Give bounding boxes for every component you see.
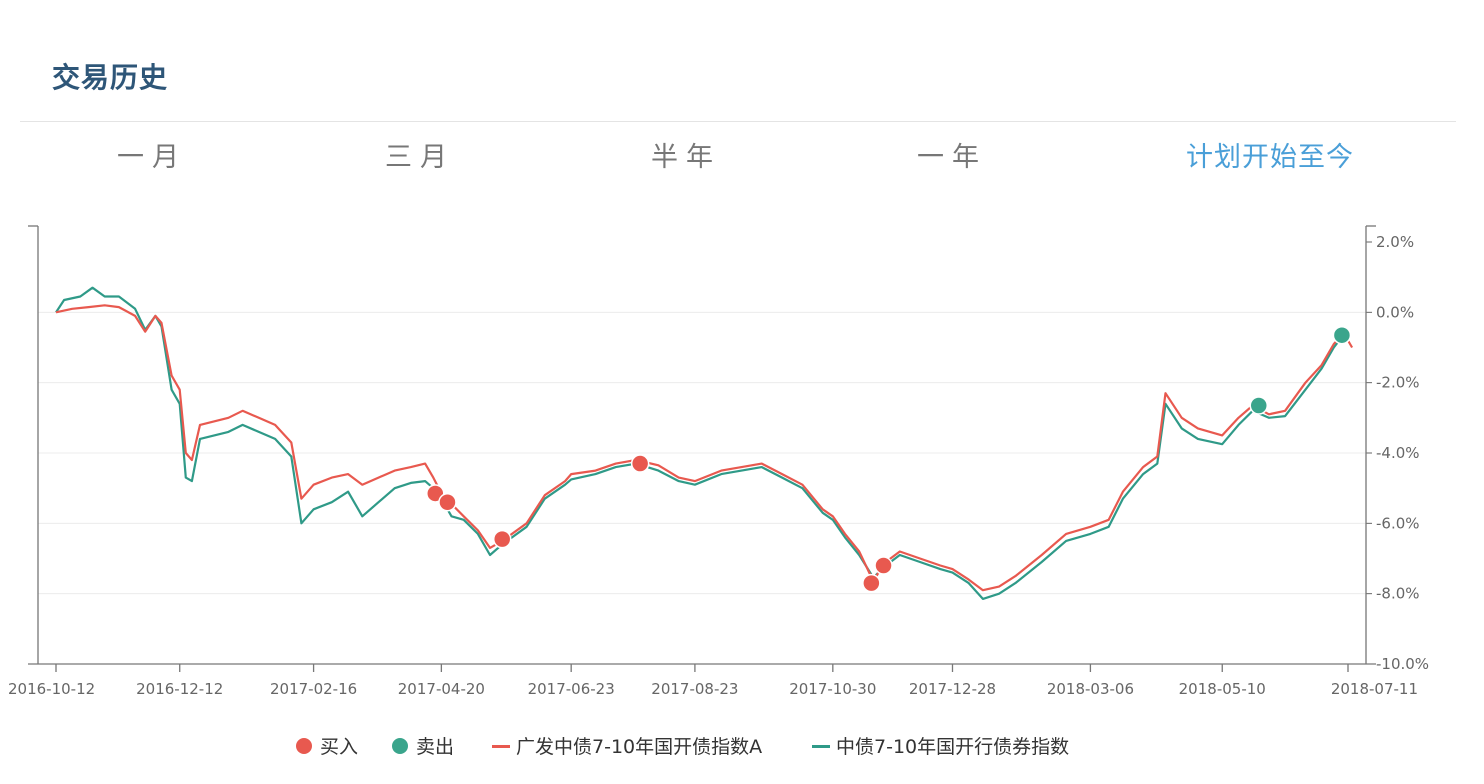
tab-since-plan-start[interactable]: 计划开始至今	[1186, 138, 1354, 178]
legend-label-buy: 买入	[320, 736, 359, 758]
y-tick-label: -10.0%	[1376, 655, 1429, 673]
index-series-line	[55, 286, 1343, 600]
x-tick-label: 2017-02-16	[270, 680, 357, 698]
buy-dot-icon	[296, 738, 312, 754]
page-title: 交易历史	[52, 61, 169, 94]
x-tick-label: 2018-05-10	[1179, 680, 1266, 698]
y-tick-label: 0.0%	[1376, 303, 1414, 321]
tab-half-year[interactable]: 半年	[651, 138, 721, 178]
y-tick-label: -2.0%	[1376, 374, 1420, 392]
y-tick-label: 2.0%	[1376, 233, 1414, 251]
sell-marker	[1332, 325, 1352, 345]
tab-one-year[interactable]: 一年	[917, 138, 987, 178]
index-line-icon	[812, 744, 830, 748]
legend-label-index: 中债7-10年国开行债券指数	[836, 736, 1070, 758]
legend-item-sell[interactable]: 卖出	[392, 730, 454, 764]
x-tick-label: 2017-08-23	[651, 680, 738, 698]
buy-marker	[874, 556, 893, 575]
x-tick-label: 2017-10-30	[789, 680, 876, 698]
sell-dot-icon	[392, 738, 408, 754]
history-chart: 2.0% 0.0% -2.0% -4.0% -6.0% -8.0% -10.0% 2016-1…	[8, 225, 1429, 698]
chart-legend: 买入 卖出 广发中债7-10年国开债指数A 中债7-10年国开行债券指数	[0, 730, 1484, 764]
buy-marker	[492, 529, 512, 549]
x-tick-label: 2016-12-12	[136, 680, 223, 698]
buy-marker	[438, 492, 457, 512]
legend-item-buy[interactable]: 买入	[296, 730, 358, 764]
x-tick-label: 2017-06-23	[528, 680, 615, 698]
legend-item-index[interactable]: 中债7-10年国开行债券指数	[812, 730, 1069, 764]
fund-line-icon	[492, 744, 510, 748]
x-tick-label: 2016-10-12	[8, 680, 95, 698]
tab-one-month[interactable]: 一月	[117, 138, 187, 178]
x-tick-label: 2018-03-06	[1047, 680, 1134, 698]
range-tabs: 一月 三月 半年 一年 计划开始至今	[20, 138, 1456, 178]
legend-label-sell: 卖出	[416, 736, 455, 758]
buy-marker	[630, 454, 650, 473]
header-divider	[20, 121, 1456, 122]
y-tick-label: -8.0%	[1376, 585, 1420, 603]
fund-series-line	[55, 304, 1354, 592]
x-tick-label: 2017-04-20	[398, 680, 485, 698]
x-tick-label: 2018-07-11	[1331, 680, 1418, 698]
sell-marker	[1249, 396, 1269, 415]
buy-marker	[862, 573, 881, 593]
y-tick-label: -6.0%	[1376, 514, 1420, 532]
x-tick-label: 2017-12-28	[909, 680, 996, 698]
legend-label-fund: 广发中债7-10年国开债指数A	[516, 736, 763, 758]
legend-item-fund[interactable]: 广发中债7-10年国开债指数A	[492, 730, 762, 764]
y-tick-label: -4.0%	[1376, 444, 1420, 462]
tab-three-months[interactable]: 三月	[385, 138, 455, 178]
